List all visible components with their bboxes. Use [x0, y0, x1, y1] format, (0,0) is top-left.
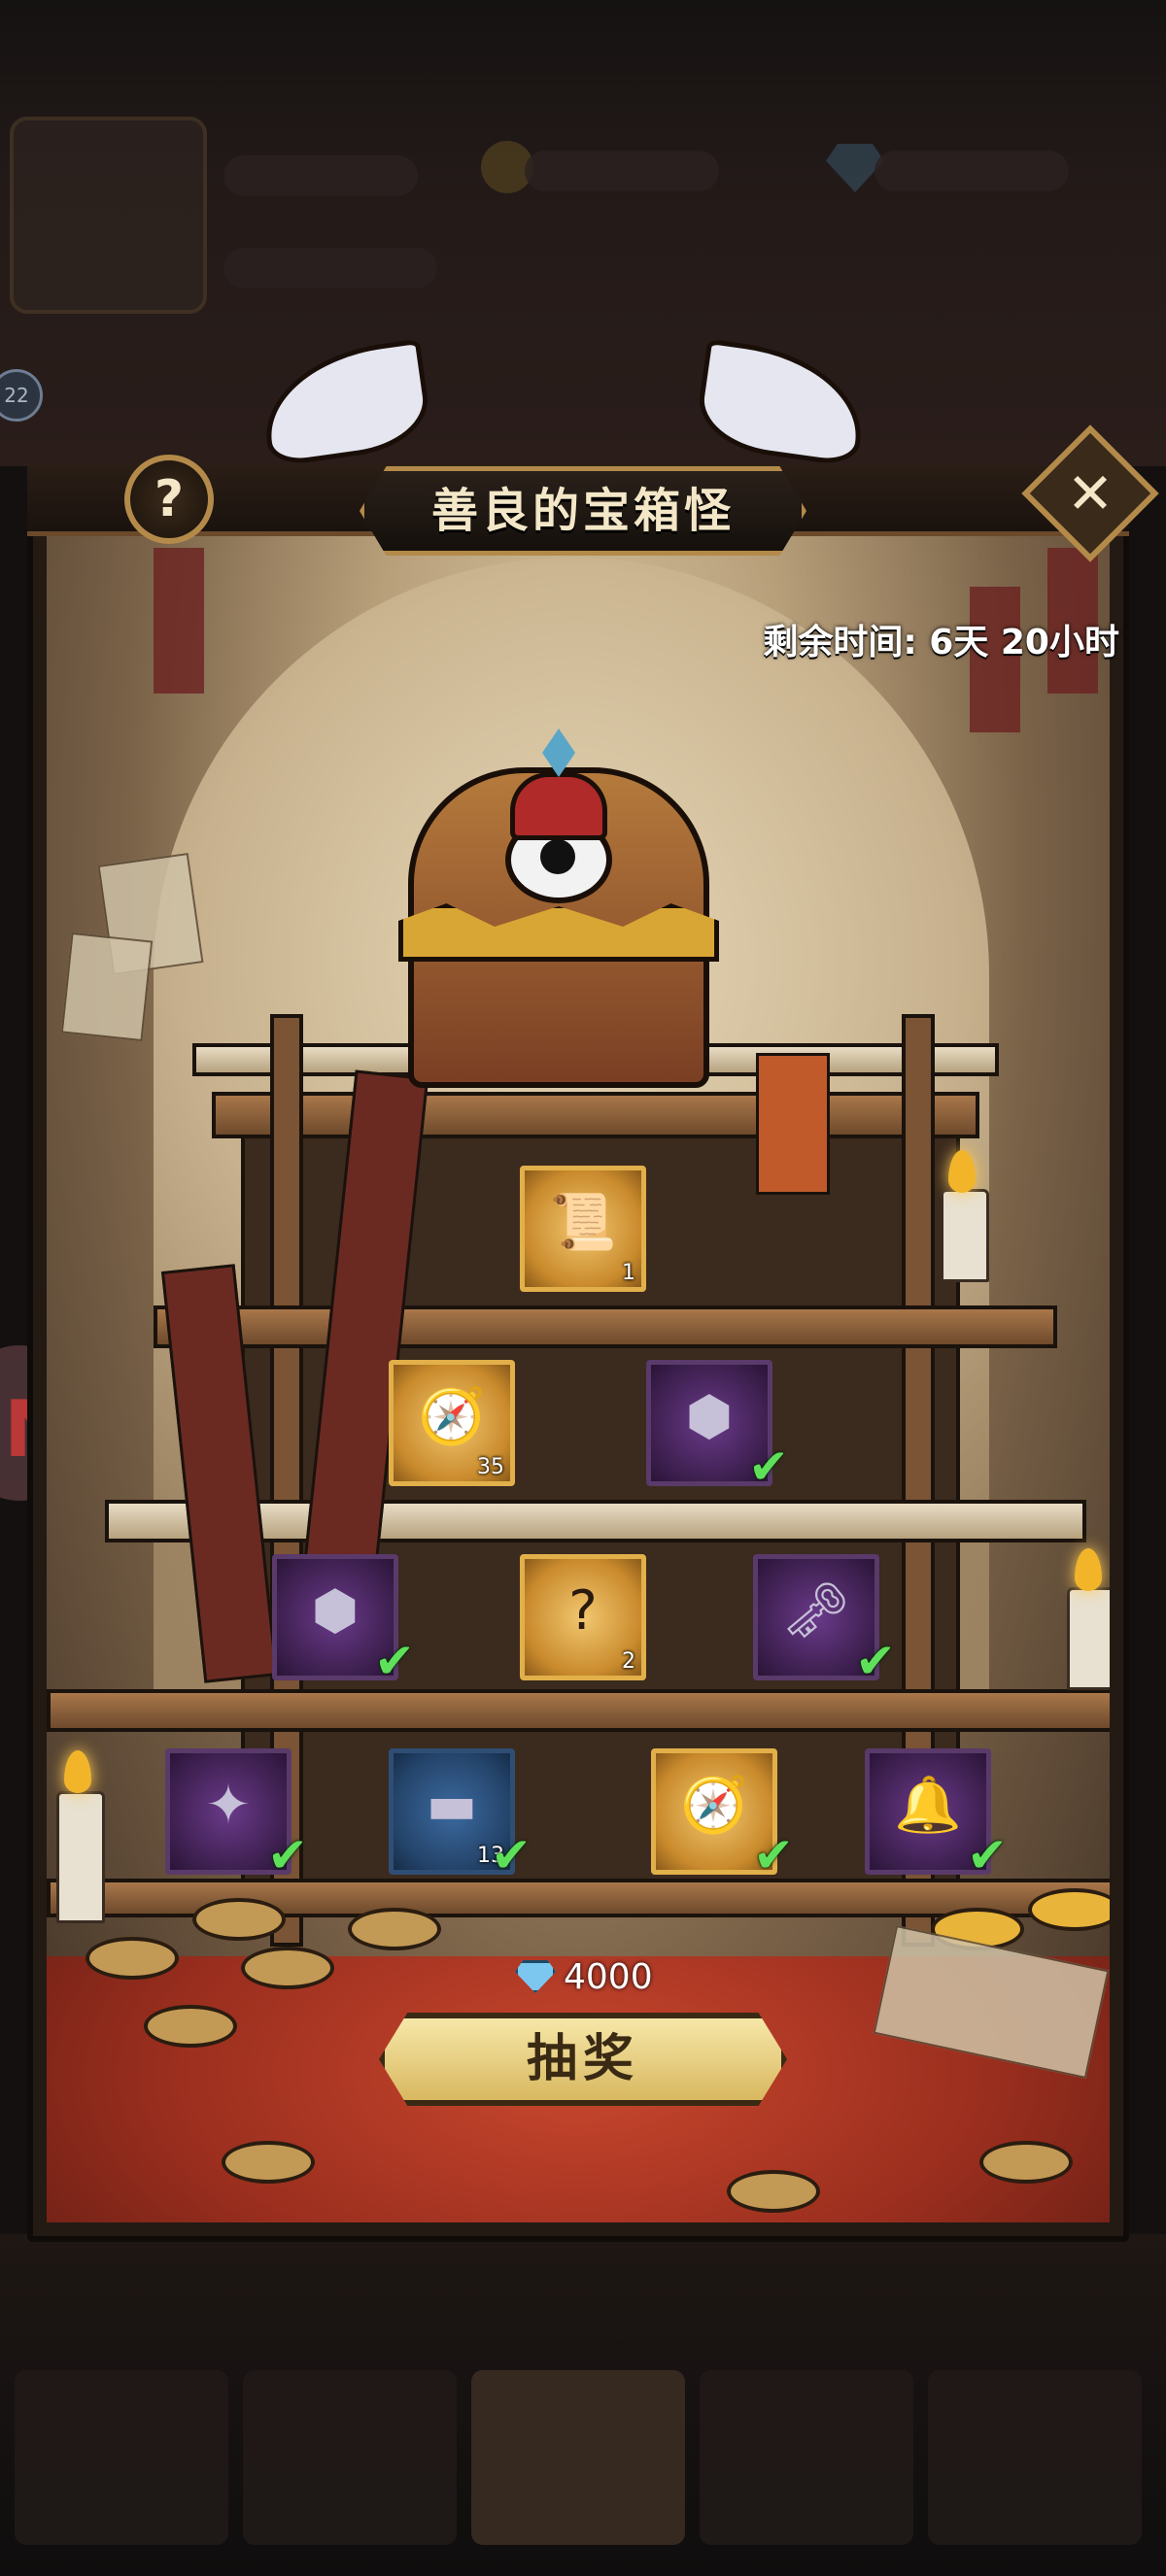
claimed-check-icon: ✔	[753, 1827, 794, 1883]
nav-tab-5[interactable]	[928, 2370, 1142, 2545]
candle-flame	[64, 1750, 91, 1793]
claimed-check-icon: ✔	[967, 1827, 1008, 1883]
coin	[192, 1898, 286, 1941]
event-pill	[223, 248, 437, 288]
gold-coin	[1028, 1888, 1110, 1931]
candle	[56, 1791, 105, 1923]
reward-count: 35	[477, 1455, 504, 1479]
nav-tab-2[interactable]	[243, 2370, 457, 2545]
remaining-time: 剩余时间: 6天 20小时	[763, 623, 1119, 662]
candle	[1067, 1587, 1110, 1690]
reward-tile[interactable]: ⬢ ✔	[646, 1360, 789, 1495]
draw-button-label[interactable]: 抽奖	[379, 2013, 787, 2106]
reward-tile[interactable]: 🧭 ✔	[651, 1748, 794, 1883]
player-avatar	[10, 117, 207, 314]
diamond-icon	[515, 1960, 556, 1993]
gold-counter	[525, 151, 719, 191]
claimed-check-icon: ✔	[748, 1439, 789, 1495]
red-banner	[154, 548, 204, 694]
coin	[979, 2141, 1073, 2184]
help-button[interactable]: ?	[124, 455, 214, 544]
panel-title: 善良的宝箱怪	[430, 484, 735, 538]
draw-cost-value: 4000	[564, 1956, 653, 1997]
coin	[144, 2005, 237, 2048]
reward-count: 1	[622, 1261, 635, 1285]
close-icon[interactable]: ✕	[1042, 445, 1139, 542]
claimed-check-icon: ✔	[491, 1827, 532, 1883]
reward-count: 2	[622, 1649, 635, 1674]
wanted-poster	[60, 932, 154, 1042]
candle	[941, 1189, 989, 1282]
reward-tile[interactable]: 🔔 ✔	[865, 1748, 1008, 1883]
mimic-pupil	[540, 839, 575, 874]
compass-icon: 🧭	[418, 1385, 486, 1448]
mystery-item-icon: ?	[568, 1579, 598, 1643]
reward-tile[interactable]: 🧭 35	[389, 1360, 515, 1486]
coin	[86, 1937, 179, 1980]
coin	[727, 2170, 820, 2213]
mimic-crown	[510, 772, 607, 840]
reward-tile[interactable]: ✦ ✔	[165, 1748, 308, 1883]
shelf-top-rail	[212, 1092, 979, 1138]
reward-tile[interactable]: 📜 1	[520, 1166, 646, 1292]
coin	[348, 1908, 441, 1950]
nav-tab-3[interactable]	[471, 2370, 685, 2545]
claimed-check-icon: ✔	[267, 1827, 308, 1883]
reward-tile[interactable]: ⬢ ✔	[272, 1554, 415, 1689]
claimed-check-icon: ✔	[374, 1633, 415, 1689]
draw-cost: 4000	[515, 1952, 653, 2001]
side-level-badge-text: 22	[4, 384, 29, 407]
hanging-cloth	[756, 1053, 830, 1195]
reward-tile[interactable]: ? 2	[520, 1554, 646, 1680]
coin	[222, 2141, 315, 2184]
diamond-counter	[874, 151, 1069, 191]
coin	[241, 1947, 334, 1989]
shelf-plank-4	[47, 1689, 1110, 1732]
shelf-plank-2	[154, 1305, 1057, 1348]
player-name-bar	[223, 155, 418, 196]
chest-teeth-band	[398, 903, 719, 962]
nav-tab-1[interactable]	[15, 2370, 228, 2545]
reward-tile[interactable]: ▬ 13 ✔	[389, 1748, 532, 1883]
nav-tab-4[interactable]	[700, 2370, 913, 2545]
scroll-icon: 📜	[549, 1191, 617, 1254]
candle-flame	[1075, 1548, 1102, 1591]
claimed-check-icon: ✔	[855, 1633, 896, 1689]
reward-tile[interactable]: 🗝 ✔	[753, 1554, 896, 1689]
